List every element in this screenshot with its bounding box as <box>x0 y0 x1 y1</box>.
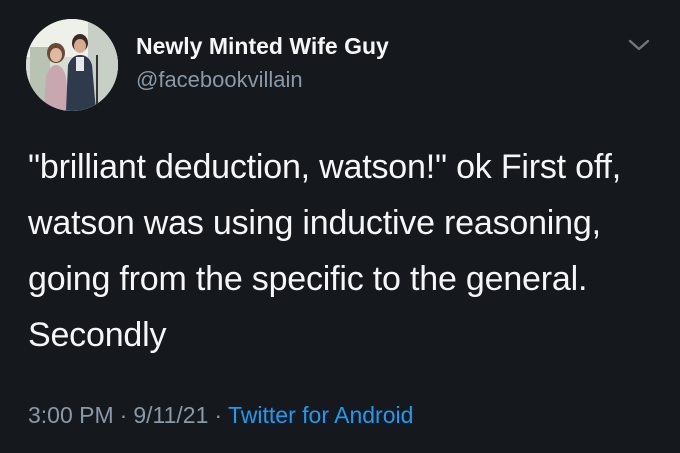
tweet-source-link[interactable]: Twitter for Android <box>228 402 413 428</box>
tweet-card: Newly Minted Wife Guy @facebookvillain "… <box>0 0 680 453</box>
profile-photo-icon <box>26 19 118 111</box>
tweet-time[interactable]: 3:00 PM <box>28 402 114 428</box>
display-name[interactable]: Newly Minted Wife Guy <box>136 33 389 60</box>
tweet-metadata: 3:00 PM · 9/11/21 · Twitter for Android <box>28 402 413 429</box>
meta-separator: · <box>119 402 128 428</box>
tweet-text: "brilliant deduction, watson!" ok First … <box>28 148 621 354</box>
avatar[interactable] <box>26 19 118 111</box>
user-handle[interactable]: @facebookvillain <box>136 67 303 93</box>
meta-separator: · <box>214 402 223 428</box>
tweet-date[interactable]: 9/11/21 <box>133 402 208 428</box>
chevron-down-icon[interactable] <box>624 34 654 56</box>
